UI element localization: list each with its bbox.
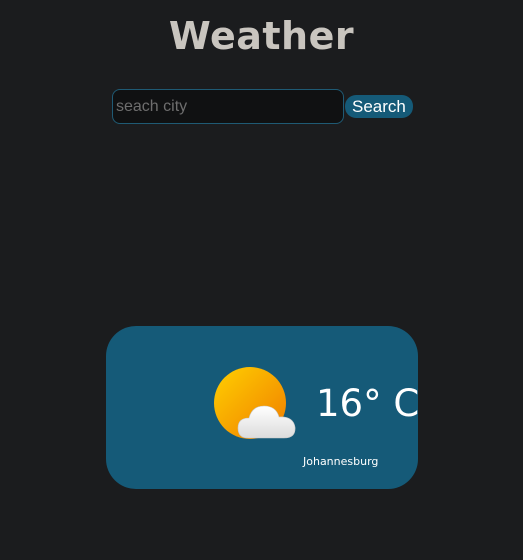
partly-cloudy-sun-icon: [214, 367, 296, 439]
page-title: Weather: [168, 14, 355, 58]
city-name: Johannesburg: [303, 455, 379, 468]
weather-card: 16° C Johannesburg: [106, 326, 420, 489]
weather-app: Weather Search 16° C Johannes: [0, 0, 523, 560]
temperature-value: 16° C: [316, 382, 420, 425]
search-button[interactable]: Search: [345, 95, 413, 118]
search-input[interactable]: [112, 89, 344, 124]
search-bar: Search: [112, 89, 413, 124]
